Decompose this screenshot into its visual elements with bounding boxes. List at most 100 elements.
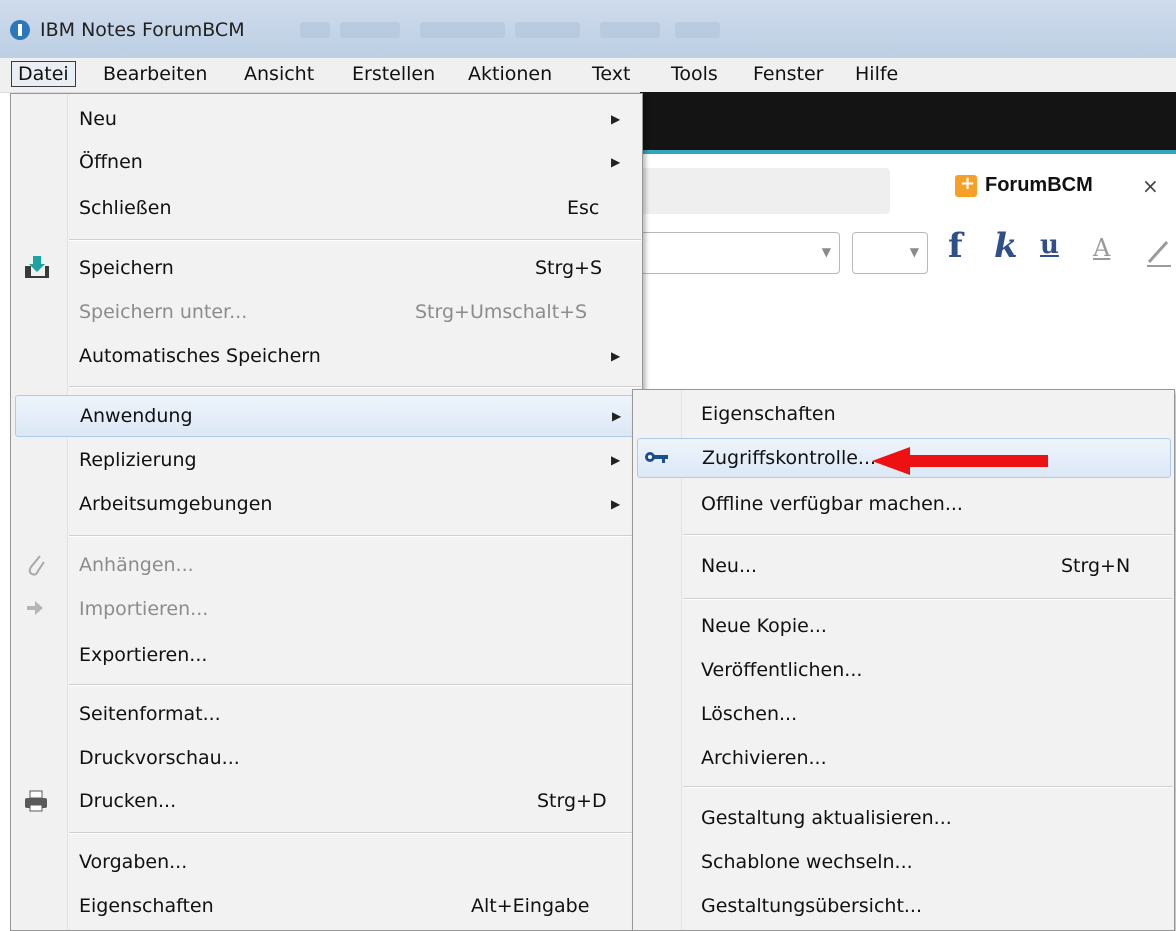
menu-item-label: Seitenformat... (79, 703, 221, 725)
menu-item-label: Speichern (79, 257, 174, 279)
submenu-item-veroeffentlichen[interactable]: Veröffentlichen... (633, 652, 1174, 688)
submenu-item-eigenschaften[interactable]: Eigenschaften (633, 396, 1174, 432)
titlebar-blurred-item (420, 22, 505, 38)
submenu-item-archivieren[interactable]: Archivieren... (633, 740, 1174, 776)
menu-item-druckvorschau[interactable]: Druckvorschau... (11, 740, 642, 776)
menu-item-seitenformat[interactable]: Seitenformat... (11, 696, 642, 732)
menu-item-label: Vorgaben... (79, 851, 188, 873)
menu-item-anwendung[interactable]: Anwendung ▶ (15, 395, 639, 437)
menu-item-label: Gestaltung aktualisieren... (701, 807, 952, 829)
menu-separator (69, 386, 641, 388)
bold-button[interactable]: f (948, 226, 963, 266)
submenu-item-loeschen[interactable]: Löschen... (633, 696, 1174, 732)
chevron-down-icon: ▼ (821, 245, 831, 259)
menu-item-speichern-unter: Speichern unter... Strg+Umschalt+S (11, 294, 642, 330)
menu-item-label: Zugriffskontrolle... (702, 447, 877, 469)
chevron-down-icon: ▼ (909, 245, 919, 259)
menu-item-label: Gestaltungsübersicht... (701, 895, 923, 917)
menu-bar: Datei Bearbeiten Ansicht Erstellen Aktio… (0, 58, 1176, 93)
menu-item-vorgaben[interactable]: Vorgaben... (11, 844, 642, 880)
menu-item-replizierung[interactable]: Replizierung ▶ (11, 442, 642, 478)
file-menu: Neu ▶ Öffnen ▶ Schließen Esc Speichern S… (10, 93, 643, 931)
menu-item-label: Archivieren... (701, 747, 827, 769)
menu-item-label: Offline verfügbar machen... (701, 493, 963, 515)
submenu-item-gestaltungsuebersicht[interactable]: Gestaltungsübersicht... (633, 888, 1174, 924)
menu-shortcut: Strg+S (535, 257, 603, 279)
menu-tools[interactable]: Tools (665, 61, 724, 87)
menu-item-label: Eigenschaften (701, 403, 836, 425)
menu-item-label: Speichern unter... (79, 301, 248, 323)
font-size-combo[interactable]: ▼ (852, 232, 928, 274)
menu-item-label: Eigenschaften (79, 895, 214, 917)
highlighter-icon[interactable] (1145, 236, 1173, 268)
menu-shortcut: Alt+Eingabe (471, 895, 590, 917)
menu-text[interactable]: Text (586, 61, 636, 87)
submenu-item-offline-verfuegbar[interactable]: Offline verfügbar machen... (633, 486, 1174, 522)
submenu-arrow-icon: ▶ (611, 155, 621, 169)
menu-item-label: Neu (79, 108, 117, 130)
menu-item-oeffnen[interactable]: Öffnen ▶ (11, 144, 642, 180)
menu-separator (69, 684, 641, 686)
menu-aktionen[interactable]: Aktionen (462, 61, 558, 87)
blurred-tab (640, 168, 890, 214)
menu-item-label: Anwendung (80, 405, 193, 427)
menu-ansicht[interactable]: Ansicht (238, 61, 320, 87)
menu-fenster[interactable]: Fenster (747, 61, 829, 87)
menu-item-drucken[interactable]: Drucken... Strg+D (11, 783, 642, 819)
menu-shortcut: Esc (567, 197, 600, 219)
tab-forumbcm[interactable]: ForumBCM (985, 174, 1093, 197)
menu-item-label: Neue Kopie... (701, 615, 827, 637)
menu-item-eigenschaften[interactable]: Eigenschaften Alt+Eingabe (11, 888, 642, 924)
italic-button[interactable]: k (994, 226, 1018, 266)
titlebar-blurred-item (515, 22, 580, 38)
font-family-combo[interactable]: ▼ (640, 232, 840, 274)
menu-item-label: Neu... (701, 555, 758, 577)
menu-item-exportieren[interactable]: Exportieren... (11, 637, 642, 673)
submenu-arrow-icon: ▶ (612, 409, 622, 423)
tab-close-icon[interactable]: × (1142, 174, 1159, 198)
submenu-arrow-icon: ▶ (611, 112, 621, 126)
menu-item-label: Exportieren... (79, 644, 208, 666)
menu-item-label: Importieren... (79, 598, 209, 620)
menu-item-schliessen[interactable]: Schließen Esc (11, 190, 642, 226)
submenu-item-neue-kopie[interactable]: Neue Kopie... (633, 608, 1174, 644)
menu-item-neu[interactable]: Neu ▶ (11, 101, 642, 137)
window-title: IBM Notes ForumBCM (40, 19, 245, 41)
menu-shortcut: Strg+Umschalt+S (415, 301, 588, 323)
menu-separator (69, 832, 641, 834)
menu-datei[interactable]: Datei (11, 61, 76, 87)
menu-item-automatisches-speichern[interactable]: Automatisches Speichern ▶ (11, 338, 642, 374)
text-color-button[interactable]: A (1093, 234, 1110, 262)
underline-button[interactable]: u (1040, 230, 1059, 260)
key-icon (645, 452, 668, 463)
menu-item-label: Anhängen... (79, 554, 194, 576)
menu-item-label: Löschen... (701, 703, 798, 725)
titlebar-blurred-item (340, 22, 400, 38)
menu-item-arbeitsumgebungen[interactable]: Arbeitsumgebungen ▶ (11, 486, 642, 522)
menu-erstellen[interactable]: Erstellen (346, 61, 441, 87)
submenu-item-schablone-wechseln[interactable]: Schablone wechseln... (633, 844, 1174, 880)
menu-separator (683, 534, 1173, 536)
menu-item-label: Schablone wechseln... (701, 851, 913, 873)
menu-item-label: Arbeitsumgebungen (79, 493, 273, 515)
menu-separator (683, 786, 1173, 788)
submenu-arrow-icon: ▶ (611, 453, 621, 467)
menu-item-speichern[interactable]: Speichern Strg+S (11, 250, 642, 286)
menu-separator (69, 239, 641, 241)
submenu-item-neu[interactable]: Neu... Strg+N (633, 548, 1174, 584)
menu-item-label: Schließen (79, 197, 172, 219)
menu-separator (69, 535, 641, 537)
menu-shortcut: Strg+N (1061, 555, 1131, 577)
title-bar: IBM Notes ForumBCM (0, 0, 1176, 58)
menu-item-label: Replizierung (79, 449, 197, 471)
submenu-item-gestaltung-aktualisieren[interactable]: Gestaltung aktualisieren... (633, 800, 1174, 836)
menu-bearbeiten[interactable]: Bearbeiten (97, 61, 213, 87)
menu-item-label: Öffnen (79, 151, 143, 173)
menu-hilfe[interactable]: Hilfe (849, 61, 904, 87)
ibm-notes-app-icon (10, 20, 30, 40)
red-arrow-annotation (872, 447, 1048, 475)
submenu-arrow-icon: ▶ (611, 349, 621, 363)
database-tab-icon (955, 173, 977, 197)
menu-item-importieren: Importieren... (11, 591, 642, 627)
titlebar-blurred-item (675, 22, 720, 38)
